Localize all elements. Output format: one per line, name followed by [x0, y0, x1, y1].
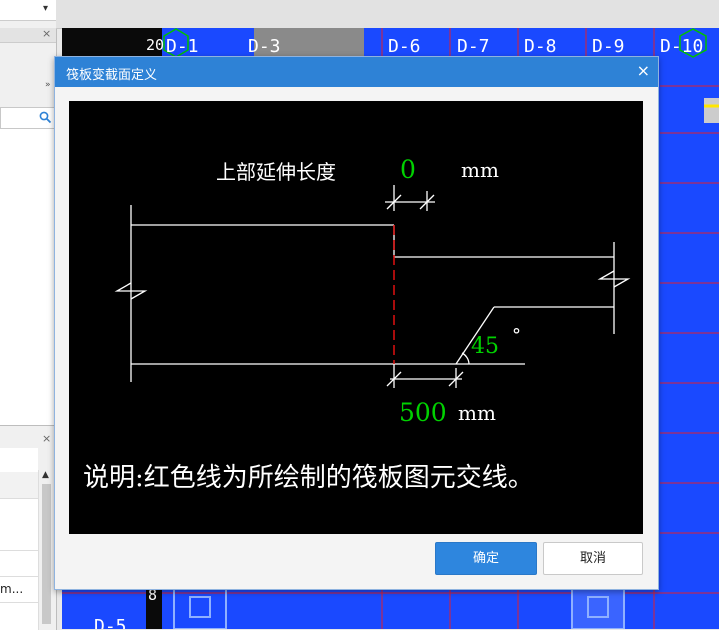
close-icon[interactable]: ×	[637, 61, 650, 80]
bottom-extension-unit: mm	[458, 401, 496, 425]
dropdown-field[interactable]: ▾	[0, 0, 56, 21]
cancel-button[interactable]: 取消	[543, 542, 643, 575]
expand-arrows-icon[interactable]: »	[45, 80, 51, 90]
dialog-title: 筏板变截面定义	[66, 68, 158, 83]
scroll-thumb[interactable]	[42, 484, 51, 624]
list-row[interactable]	[0, 524, 38, 551]
axis-label: D-10	[660, 36, 704, 57]
top-extension-value[interactable]: 0	[400, 155, 416, 184]
search-input[interactable]	[0, 107, 57, 129]
list-row[interactable]	[0, 550, 38, 577]
chevron-down-icon[interactable]: ▾	[43, 3, 48, 14]
angle-unit: °	[512, 325, 521, 346]
ok-button[interactable]: 确定	[435, 542, 537, 575]
search-icon[interactable]	[39, 111, 52, 124]
list-row[interactable]	[0, 472, 38, 499]
left-properties-panel: ▾ × »	[0, 0, 57, 425]
side-number: 20	[146, 36, 165, 54]
bottom-extension-value[interactable]: 500	[399, 398, 447, 427]
close-icon[interactable]: ×	[42, 432, 51, 445]
axis-label: D-7	[457, 36, 490, 57]
close-icon[interactable]: ×	[42, 27, 51, 40]
axis-label: D-1	[166, 36, 199, 57]
panel-header: ×	[0, 27, 56, 43]
list-row[interactable]: m...	[0, 576, 38, 603]
angle-value[interactable]: 45	[471, 334, 499, 359]
toolbar-strip	[56, 0, 719, 29]
left-list-panel: × m... ▲	[0, 425, 57, 630]
scroll-up-icon[interactable]: ▲	[42, 470, 49, 480]
section-diagram: 上部延伸长度 0 mm 45 ° 500 mm 说明:红色线为所绘制的筏板图元交…	[69, 101, 643, 534]
top-extension-label: 上部延伸长度	[216, 160, 336, 184]
tree-area	[0, 129, 55, 425]
section-definition-dialog: 筏板变截面定义 × 上部延伸长度 0 mm 45 ° 500 mm 说明:红色线…	[54, 56, 659, 590]
list-item-text: m...	[0, 582, 24, 596]
top-extension-unit: mm	[461, 158, 499, 182]
diagram-note: 说明:红色线为所绘制的筏板图元交线。	[83, 463, 534, 493]
list-area: m...	[0, 448, 38, 630]
dialog-titlebar[interactable]: 筏板变截面定义 ×	[55, 57, 658, 87]
axis-label: D-3	[248, 36, 281, 57]
axis-label: D-8	[524, 36, 557, 57]
scrollbar[interactable]: ▲	[38, 470, 55, 630]
axis-label: D-6	[388, 36, 421, 57]
axis-label: D-5	[94, 616, 127, 629]
axis-label: D-9	[592, 36, 625, 57]
